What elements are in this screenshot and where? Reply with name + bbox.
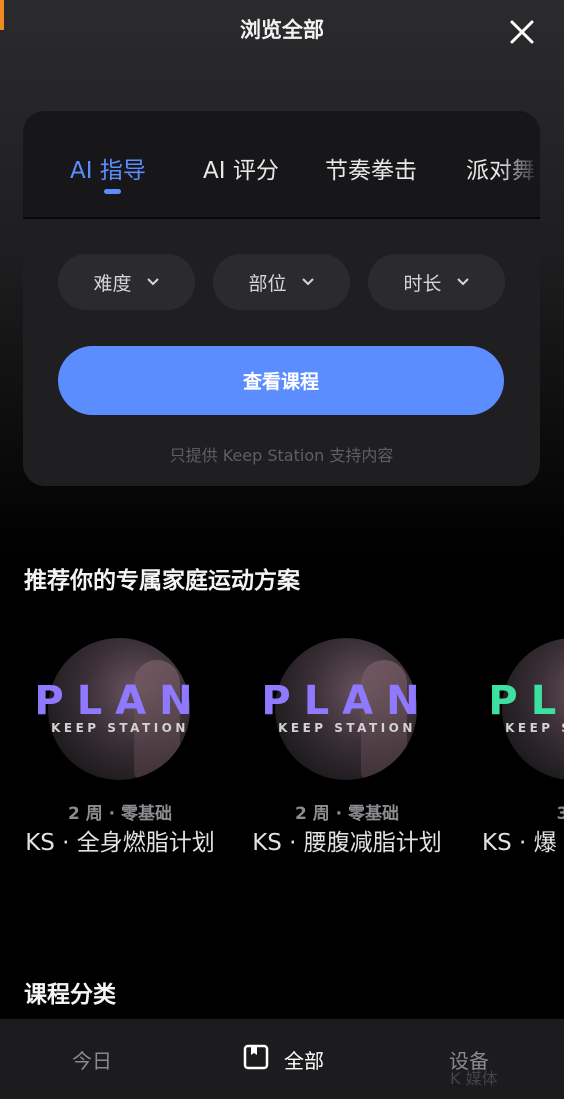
plan-badge-subtext: KEEP STATION bbox=[278, 721, 416, 735]
plan-badge-text: PLAN bbox=[34, 678, 206, 724]
filter-body-part[interactable]: 部位 bbox=[213, 254, 350, 310]
plan-meta: 3 周 bbox=[556, 804, 564, 824]
plan-card[interactable]: PLAN KEEP STATION 2 周 · 零基础 KS · 腰腹减脂计划 bbox=[227, 638, 467, 898]
filter-difficulty[interactable]: 难度 bbox=[58, 254, 195, 310]
view-courses-button[interactable]: 查看课程 bbox=[58, 346, 504, 415]
chevron-down-icon bbox=[146, 278, 159, 286]
station-support-note: 只提供 Keep Station 支持内容 bbox=[169, 446, 394, 465]
page-title: 浏览全部 bbox=[240, 18, 324, 42]
nav-today[interactable]: 今日 bbox=[72, 1045, 112, 1074]
recommend-section-title: 推荐你的专属家庭运动方案 bbox=[24, 568, 300, 594]
plan-card-clip: PLAN KEEP STATION 3 周 KS · 爆 bbox=[454, 638, 564, 898]
plan-meta: 2 周 · 零基础 bbox=[294, 804, 400, 824]
plan-badge-subtext: KEEP STATION bbox=[51, 721, 189, 735]
plan-badge-text: PLAN bbox=[488, 678, 564, 724]
plan-name: KS · 爆 bbox=[482, 830, 557, 856]
category-tabs: AI 指导 AI 评分 节奏拳击 派对舞 bbox=[23, 111, 540, 219]
tab-ai-guide[interactable]: AI 指导 bbox=[70, 151, 146, 185]
plan-meta: 2 周 · 零基础 bbox=[67, 804, 173, 824]
plan-card[interactable]: PLAN KEEP STATION 2 周 · 零基础 KS · 全身燃脂计划 bbox=[0, 638, 240, 898]
filter-label: 部位 bbox=[248, 272, 287, 295]
tabs-fade-overlay bbox=[500, 111, 540, 217]
tab-active-indicator bbox=[104, 189, 121, 194]
bookmark-icon[interactable] bbox=[242, 1043, 270, 1071]
tab-ai-score[interactable]: AI 评分 bbox=[203, 151, 279, 185]
filter-label: 时长 bbox=[403, 272, 442, 295]
filter-duration[interactable]: 时长 bbox=[368, 254, 505, 310]
close-icon[interactable] bbox=[504, 14, 540, 50]
plan-card[interactable]: PLAN KEEP STATION 3 周 KS · 爆 bbox=[454, 638, 564, 898]
nav-all[interactable]: 全部 bbox=[284, 1045, 324, 1074]
watermark-text: K 媒体 bbox=[450, 1069, 498, 1088]
plan-name: KS · 腰腹减脂计划 bbox=[252, 830, 442, 856]
filter-label: 难度 bbox=[93, 272, 132, 295]
tab-rhythm-boxing[interactable]: 节奏拳击 bbox=[325, 151, 417, 185]
category-section-title: 课程分类 bbox=[24, 982, 116, 1008]
course-filter-card: AI 指导 AI 评分 节奏拳击 派对舞 难度 部位 时长 查看课程 只提供 K… bbox=[23, 111, 540, 486]
bottom-navigation: 今日 全部 设备 K 媒体 bbox=[0, 1019, 564, 1099]
chevron-down-icon bbox=[456, 278, 469, 286]
plan-badge-subtext: KEEP STATION bbox=[505, 721, 564, 735]
plan-name: KS · 全身燃脂计划 bbox=[25, 830, 215, 856]
chevron-down-icon bbox=[301, 278, 314, 286]
plan-badge-text: PLAN bbox=[261, 678, 433, 724]
